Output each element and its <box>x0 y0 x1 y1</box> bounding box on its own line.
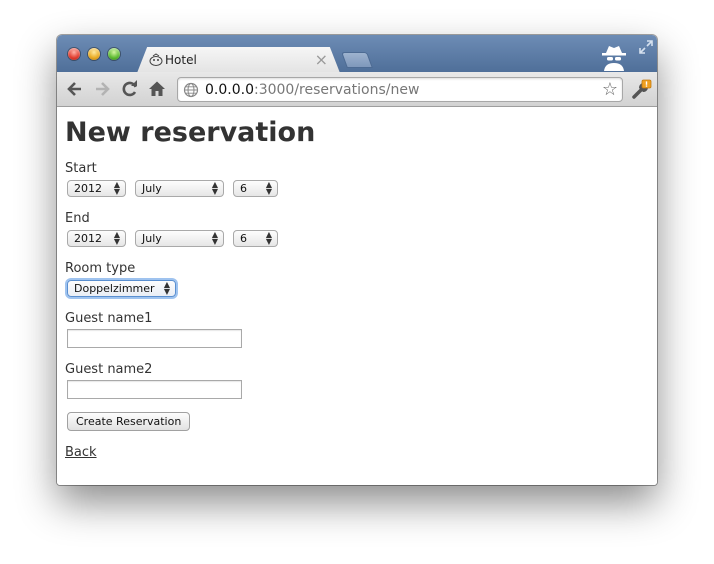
tab-close-icon[interactable]: × <box>315 50 328 69</box>
start-year-value: 2012 <box>74 182 102 195</box>
select-arrow-icon: ▲ ▼ <box>113 230 120 246</box>
title-bar: Hotel × <box>57 35 657 73</box>
back-link[interactable]: Back <box>65 445 97 460</box>
url-path: :3000/reservations/new <box>253 82 420 98</box>
guest-name2-label: Guest name2 <box>65 362 153 377</box>
start-day-value: 6 <box>240 182 247 195</box>
end-day-value: 6 <box>240 232 247 245</box>
forward-arrow-icon[interactable] <box>92 79 112 99</box>
close-window-icon[interactable] <box>68 48 80 60</box>
start-year-select[interactable]: 2012 ▲ ▼ <box>67 180 126 197</box>
new-tab-button[interactable] <box>341 52 373 68</box>
guest-name2-input[interactable] <box>67 380 242 399</box>
zoom-icon[interactable] <box>108 48 120 60</box>
room-type-label: Room type <box>65 261 136 276</box>
room-type-value: Doppelzimmer <box>74 282 155 295</box>
end-year-value: 2012 <box>74 232 102 245</box>
browser-toolbar: 0.0.0.0:3000/reservations/new ☆ <box>57 72 657 107</box>
bookmark-star-icon[interactable]: ☆ <box>602 79 618 100</box>
start-month-select[interactable]: July ▲ ▼ <box>135 180 224 197</box>
guest-name1-label: Guest name1 <box>65 311 153 326</box>
select-arrow-icon: ▲ ▼ <box>265 230 272 246</box>
browser-window: Hotel × 0.0.0.0:3000/reservations/new ☆ … <box>57 35 657 485</box>
select-arrow-icon: ▲ ▼ <box>265 180 272 196</box>
minimize-icon[interactable] <box>88 48 100 60</box>
page-title: New reservation <box>65 117 316 148</box>
tab-title: Hotel <box>165 53 197 67</box>
end-year-select[interactable]: 2012 ▲ ▼ <box>67 230 126 247</box>
end-month-select[interactable]: July ▲ ▼ <box>135 230 224 247</box>
start-label: Start <box>65 161 97 176</box>
select-arrow-icon: ▲ ▼ <box>211 230 218 246</box>
fullscreen-icon[interactable] <box>638 39 654 55</box>
select-arrow-icon: ▲ ▼ <box>113 180 120 196</box>
url-text: 0.0.0.0:3000/reservations/new <box>205 82 419 98</box>
room-type-select[interactable]: Doppelzimmer ▲ ▼ <box>67 280 176 297</box>
end-month-value: July <box>142 232 162 245</box>
back-arrow-icon[interactable] <box>65 79 85 99</box>
wrench-icon[interactable] <box>630 79 652 101</box>
globe-icon <box>183 82 199 98</box>
end-day-select[interactable]: 6 ▲ ▼ <box>233 230 278 247</box>
create-reservation-button[interactable]: Create Reservation <box>67 412 191 431</box>
select-arrow-icon: ▲ ▼ <box>211 180 218 196</box>
address-bar[interactable]: 0.0.0.0:3000/reservations/new ☆ <box>177 77 623 102</box>
url-host: 0.0.0.0 <box>205 82 254 98</box>
home-icon[interactable] <box>147 79 167 99</box>
page-content: New reservation Start 2012 ▲ ▼ July ▲ ▼ 6 … <box>57 107 657 485</box>
start-month-value: July <box>142 182 162 195</box>
end-label: End <box>65 211 90 226</box>
browser-tab[interactable]: Hotel × <box>137 47 340 73</box>
reload-icon[interactable] <box>120 79 140 99</box>
tab-favicon-icon <box>149 53 163 66</box>
guest-name1-input[interactable] <box>67 329 242 348</box>
incognito-icon <box>602 46 626 71</box>
select-arrow-icon: ▲ ▼ <box>163 280 170 296</box>
start-day-select[interactable]: 6 ▲ ▼ <box>233 180 278 197</box>
